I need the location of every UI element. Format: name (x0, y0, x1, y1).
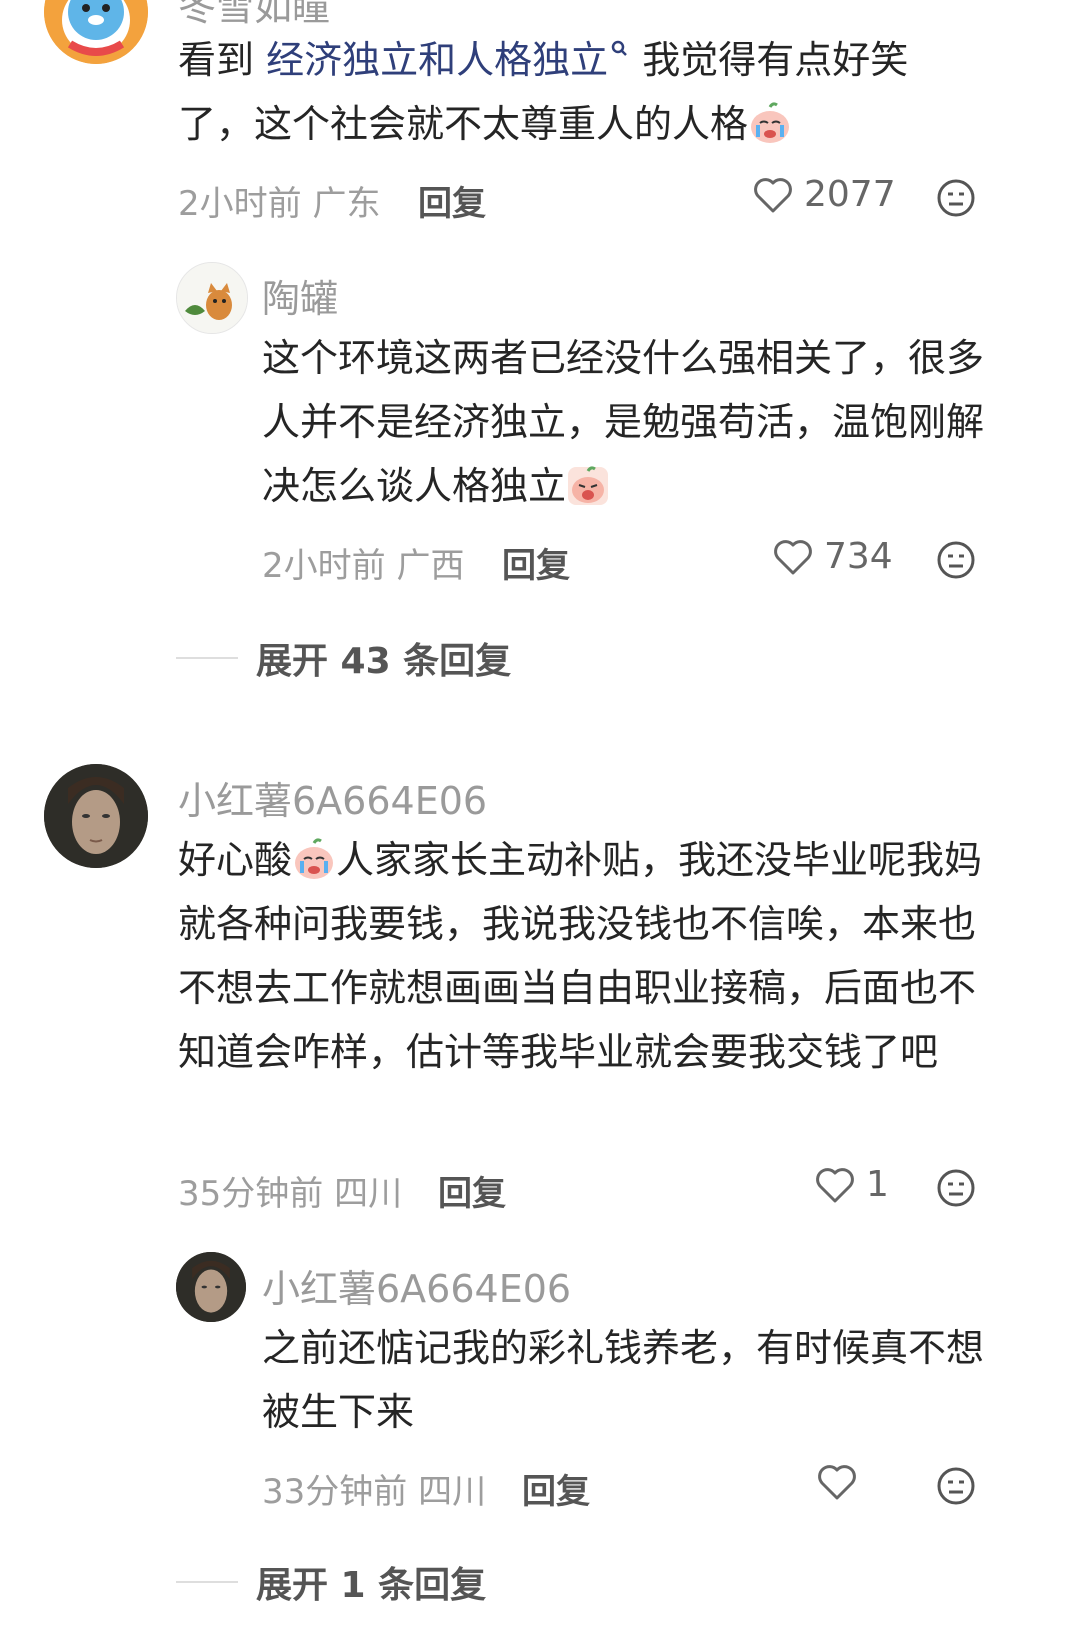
meh-face-icon (937, 1467, 975, 1505)
expand-replies-button[interactable]: 展开 43 条回复 (176, 632, 511, 684)
dislike-button[interactable] (936, 1466, 976, 1510)
avatar[interactable] (44, 0, 148, 64)
dislike-button[interactable] (936, 540, 976, 584)
cat-avatar-icon (177, 263, 247, 333)
reply-text: 之前还惦记我的彩礼钱养老，有时候真不想被生下来 (262, 1326, 985, 1434)
reply-button[interactable]: 回复 (522, 1464, 590, 1513)
woman-portrait-avatar-icon (44, 764, 148, 868)
reply-avatar[interactable] (176, 262, 248, 334)
heart-icon (774, 539, 812, 574)
comment-meta: 35分钟前 四川 (178, 1166, 402, 1215)
like-button[interactable]: 1 (814, 1164, 889, 1205)
comment-text-part-a: 好心酸 (178, 838, 293, 882)
cartoon-blue-creature-avatar-icon (44, 0, 148, 64)
expand-replies-label: 展开 43 条回复 (256, 641, 512, 682)
comment-location: 四川 (334, 1174, 403, 1214)
comment-author-name[interactable]: 冬雪如瞳 (178, 0, 330, 31)
reply-time: 33分钟前 (262, 1472, 408, 1512)
reply-button[interactable]: 回复 (502, 538, 570, 587)
reply-text-content: 这个环境这两者已经没什么强相关了，很多人并不是经济独立，是勉强苟活，温饱刚解决怎… (262, 336, 985, 508)
reply-avatar[interactable] (176, 1252, 246, 1322)
comment-meta: 2小时前 广东 (178, 176, 380, 225)
comment-time: 35分钟前 (178, 1174, 324, 1214)
heart-icon (818, 1465, 856, 1500)
dislike-button[interactable] (936, 178, 976, 222)
like-button[interactable]: 2077 (752, 174, 896, 215)
reply-location: 广西 (396, 546, 465, 586)
reply-button[interactable]: 回复 (438, 1166, 506, 1215)
reply-button[interactable]: 回复 (418, 176, 486, 225)
topic-link[interactable]: 经济独立和人格独立 (266, 38, 608, 82)
reply-text: 这个环境这两者已经没什么强相关了，很多人并不是经济独立，是勉强苟活，温饱刚解决怎… (262, 326, 992, 518)
like-count: 1 (866, 1164, 889, 1205)
reply-meta: 33分钟前 四川 (262, 1464, 486, 1513)
avatar[interactable] (44, 764, 148, 868)
comment-author-name[interactable]: 小红薯6A664E06 (178, 770, 487, 825)
crying-emoji-icon (568, 466, 609, 505)
comment-location: 广东 (312, 184, 381, 224)
reply-author-name[interactable]: 陶罐 (262, 268, 338, 323)
like-count: 2077 (804, 174, 896, 215)
divider-line (176, 657, 238, 659)
like-button[interactable] (816, 1462, 858, 1502)
expand-replies-button[interactable]: 展开 1 条回复 (176, 1556, 486, 1608)
comment-text: 看到 经济独立和人格独立 我觉得有点好笑了，这个社会就不太尊重人的人格 (178, 28, 978, 156)
reply-author-name[interactable]: 小红薯6A664E06 (262, 1258, 571, 1313)
heart-icon (754, 177, 792, 212)
heart-icon (816, 1167, 854, 1202)
dislike-button[interactable] (936, 1168, 976, 1212)
reply-meta: 2小时前 广西 (262, 538, 464, 587)
reply-time: 2小时前 (262, 546, 386, 586)
meh-face-icon (937, 541, 975, 579)
meh-face-icon (937, 179, 975, 217)
meh-face-icon (937, 1169, 975, 1207)
crying-emoji-icon (751, 102, 790, 143)
search-icon (611, 40, 627, 56)
like-count: 734 (824, 536, 893, 577)
comment-time: 2小时前 (178, 184, 302, 224)
comment-text-prefix: 看到 (178, 38, 267, 82)
crying-emoji-icon (295, 838, 334, 879)
like-button[interactable]: 734 (772, 536, 893, 577)
woman-portrait-avatar-icon (176, 1252, 246, 1322)
reply-location: 四川 (418, 1472, 487, 1512)
divider-line (176, 1581, 238, 1583)
comment-text: 好心酸 人家家长主动补贴，我还没毕业呢我妈就各种问我要钱，我说我没钱也不信唉，本来… (178, 828, 992, 1084)
expand-replies-label: 展开 1 条回复 (256, 1565, 487, 1606)
